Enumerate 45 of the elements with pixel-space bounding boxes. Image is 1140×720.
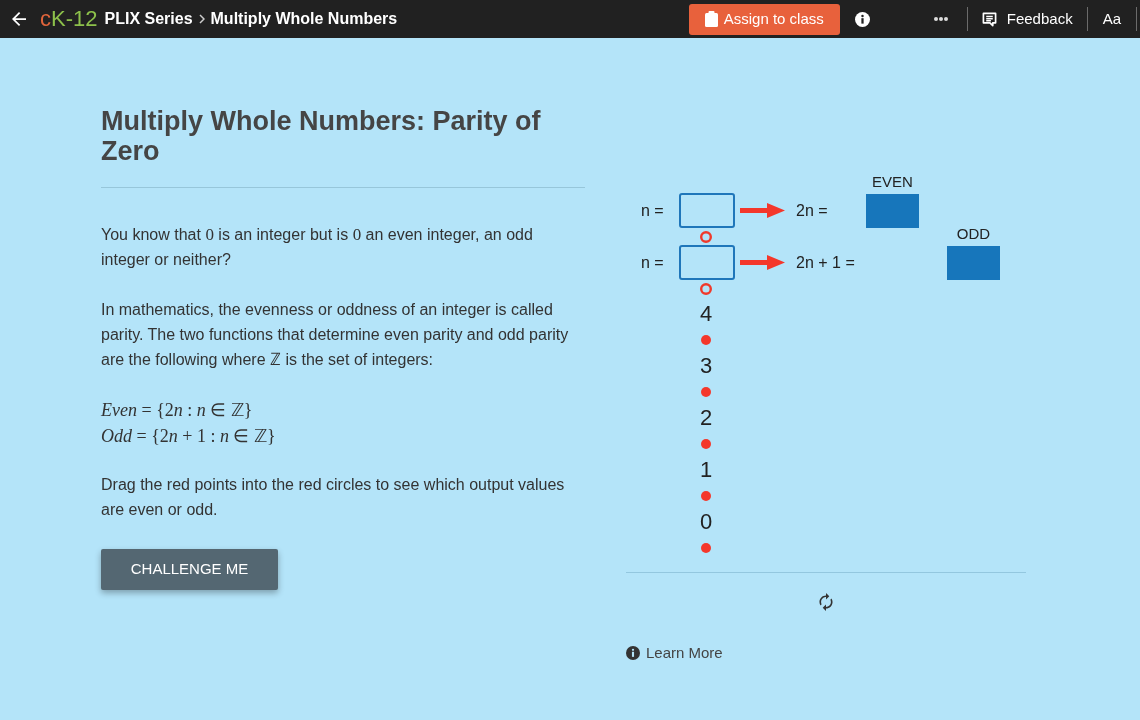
clipboard-icon [704, 11, 718, 27]
challenge-me-button[interactable]: CHALLENGE ME [101, 549, 278, 590]
ring-icon[interactable] [700, 231, 712, 243]
output-box [866, 193, 919, 228]
input-label: n = [641, 200, 664, 221]
instruction-text: Drag the red points into the red circles to see which output values are even or odd. [101, 475, 566, 520]
back-arrow-icon[interactable] [12, 12, 26, 26]
dot-icon[interactable] [701, 387, 711, 397]
feedback-button[interactable]: Feedback [967, 0, 1087, 38]
lesson-title: Multiply Whole Numbers: Parity of Zero [101, 106, 542, 166]
number-label: 4 [699, 301, 713, 327]
number-label: 1 [699, 457, 713, 483]
number-label: 0 [699, 509, 713, 535]
answer-box[interactable] [679, 193, 735, 228]
arrow-icon [740, 203, 785, 218]
result-label: EVEN [872, 172, 913, 191]
paragraph: In mathematics, the evenness or oddness of an integer is called parity. The two functions that determine even parity and odd parity are the following where ℤ is the set of integers: [101, 300, 570, 371]
dot-icon[interactable] [701, 543, 711, 553]
arrow-icon [740, 255, 785, 270]
chevron-right-icon [198, 14, 205, 24]
dot-icon[interactable] [701, 439, 711, 449]
refresh-icon[interactable] [818, 593, 834, 611]
formula: Even = {2n : n ∈ ℤ} [101, 399, 253, 422]
expression-label: 2n + 1 = [796, 252, 855, 273]
number-label: 2 [699, 405, 713, 431]
ring-icon[interactable] [700, 283, 712, 295]
dot-icon[interactable] [701, 491, 711, 501]
logo[interactable]: cK-12 [40, 8, 98, 30]
paragraph: You know that 0 is an integer but is 0 an even integer, an odd integer or neither? [101, 224, 534, 270]
breadcrumb-current: Multiply Whole Numbers [210, 9, 398, 29]
result-label: ODD [956, 224, 991, 243]
breadcrumb-link[interactable]: PLIX Series [104, 7, 193, 31]
expression-label: 2n = [796, 200, 828, 221]
formula: Odd = {2n + 1 : n ∈ ℤ} [101, 425, 276, 448]
learn-more-link[interactable]: Learn More [626, 643, 723, 663]
output-box [947, 245, 1000, 280]
more-icon[interactable] [933, 17, 948, 21]
comment-icon [981, 11, 997, 27]
number-label: 3 [699, 353, 713, 379]
input-label: n = [641, 252, 664, 273]
answer-box[interactable] [679, 245, 735, 280]
dot-icon[interactable] [701, 335, 711, 345]
info-icon[interactable] [854, 11, 870, 27]
info-icon [626, 646, 640, 660]
text-size-button[interactable]: Aa [1087, 0, 1136, 38]
